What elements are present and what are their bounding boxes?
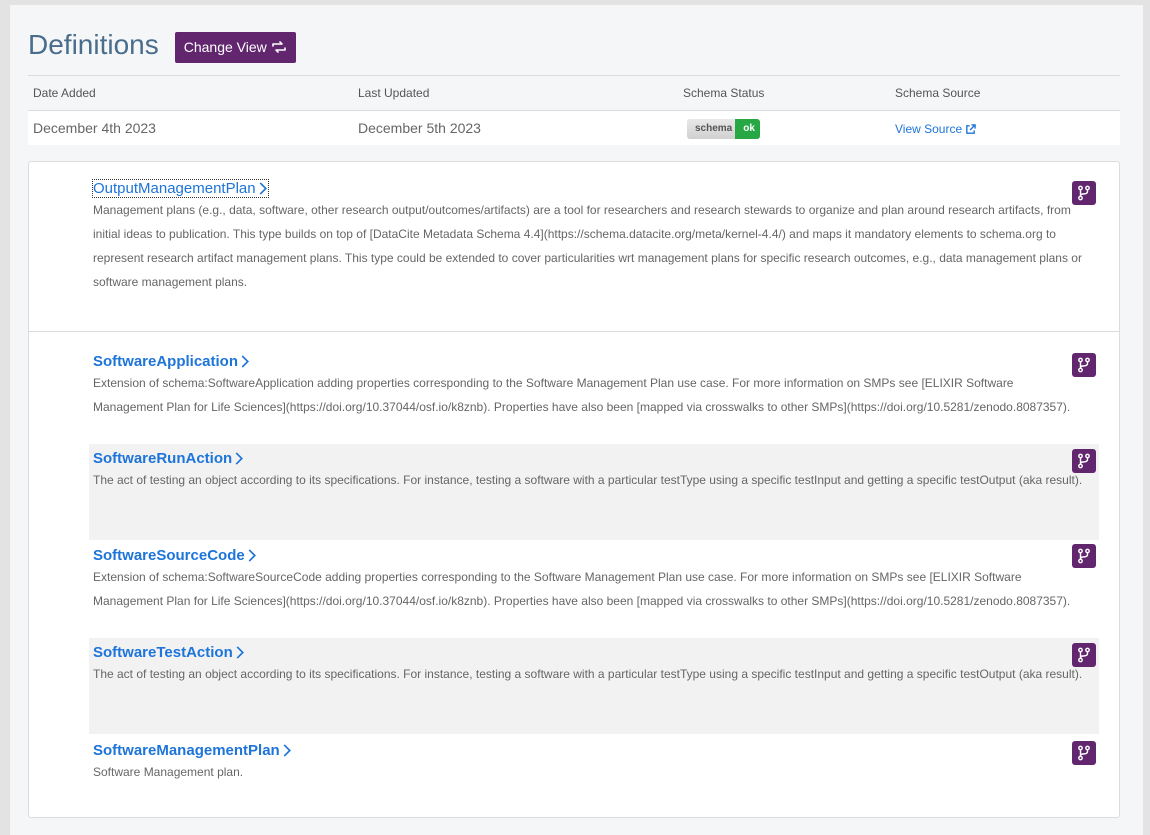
- fork-button[interactable]: [1072, 353, 1096, 377]
- definition-title: SoftwareApplication: [93, 353, 239, 370]
- definition-description: Management plans (e.g., data, software, …: [93, 203, 1082, 289]
- definition-title: SoftwareRunAction: [93, 450, 233, 467]
- change-view-label: Change View: [183, 38, 267, 55]
- view-source-link[interactable]: View Source: [895, 122, 976, 136]
- code-fork-icon: [1078, 647, 1090, 663]
- fork-button[interactable]: [1072, 643, 1096, 667]
- definition-description: Extension of schema:SoftwareApplication …: [93, 376, 1071, 414]
- status-badge: schema ok: [687, 118, 760, 139]
- code-fork-icon: [1078, 357, 1090, 373]
- chevron-right-icon: [259, 182, 267, 195]
- definition-link[interactable]: SoftwareApplication: [93, 353, 250, 370]
- fork-button[interactable]: [1072, 181, 1096, 205]
- code-fork-icon: [1078, 453, 1090, 469]
- page-title: Definitions: [28, 29, 159, 60]
- list-item: SoftwareApplication Extension of schema:…: [89, 347, 1099, 439]
- schema-meta-table: Date Added Last Updated Schema Status Sc…: [28, 75, 1120, 145]
- definitions-card: OutputManagementPlan Management plans (e…: [28, 161, 1120, 818]
- definition-link[interactable]: SoftwareRunAction: [93, 450, 244, 467]
- status-badge-label: schema: [687, 118, 736, 139]
- chevron-right-icon: [235, 452, 244, 465]
- status-badge-value: ok: [735, 118, 760, 139]
- view-source-label: View Source: [895, 122, 963, 136]
- chevron-right-icon: [248, 549, 256, 562]
- chevron-right-icon: [241, 355, 249, 368]
- schema-source-header: Schema Source: [890, 75, 1120, 111]
- code-fork-icon: [1078, 548, 1090, 564]
- divider: [29, 331, 1119, 332]
- list-item: SoftwareManagementPlan Software Manageme…: [89, 736, 1099, 796]
- definition-link[interactable]: SoftwareTestAction: [93, 644, 245, 661]
- external-link-icon: [966, 123, 976, 134]
- definition-link[interactable]: SoftwareSourceCode: [93, 547, 257, 564]
- definition-description: Extension of schema:SoftwareSourceCode a…: [93, 570, 1071, 608]
- fork-button[interactable]: [1072, 544, 1096, 568]
- definition-title: SoftwareSourceCode: [93, 547, 245, 564]
- definition-title: SoftwareTestAction: [93, 644, 233, 661]
- code-fork-icon: [1078, 745, 1090, 761]
- list-item: SoftwareSourceCode Extension of schema:S…: [89, 541, 1099, 633]
- schema-status-header: Schema Status: [678, 75, 890, 111]
- definition-description: The act of testing an object according t…: [93, 667, 1083, 681]
- list-item: SoftwareRunAction The act of testing an …: [89, 444, 1099, 540]
- list-item: SoftwareTestAction The act of testing an…: [89, 638, 1099, 734]
- date-added-header: Date Added: [28, 75, 353, 111]
- code-fork-icon: [1078, 185, 1090, 201]
- last-updated-header: Last Updated: [353, 75, 678, 111]
- table-row: December 4th 2023 December 5th 2023 sche…: [28, 110, 1120, 145]
- page: Definitions Change View Date Added Last …: [10, 5, 1143, 835]
- schema-source-cell: View Source: [890, 110, 1120, 145]
- definition-description: Software Management plan.: [93, 765, 244, 779]
- page-header: Definitions Change View: [28, 27, 296, 63]
- change-view-button[interactable]: Change View: [174, 31, 296, 63]
- last-updated-value: December 5th 2023: [353, 110, 678, 145]
- list-item: OutputManagementPlan Management plans (e…: [89, 179, 1099, 294]
- fork-button[interactable]: [1072, 741, 1096, 765]
- chevron-right-icon: [236, 646, 244, 659]
- definition-description: The act of testing an object according t…: [93, 473, 1083, 487]
- schema-status-cell: schema ok: [678, 110, 890, 145]
- fork-button[interactable]: [1072, 449, 1096, 473]
- definition-link[interactable]: SoftwareManagementPlan: [93, 742, 292, 759]
- definition-title: OutputManagementPlan: [93, 180, 256, 197]
- chevron-right-icon: [283, 744, 291, 757]
- date-added-value: December 4th 2023: [28, 110, 353, 145]
- refresh-icon: [271, 41, 286, 53]
- definition-link[interactable]: OutputManagementPlan: [92, 179, 269, 198]
- definition-title: SoftwareManagementPlan: [93, 742, 280, 759]
